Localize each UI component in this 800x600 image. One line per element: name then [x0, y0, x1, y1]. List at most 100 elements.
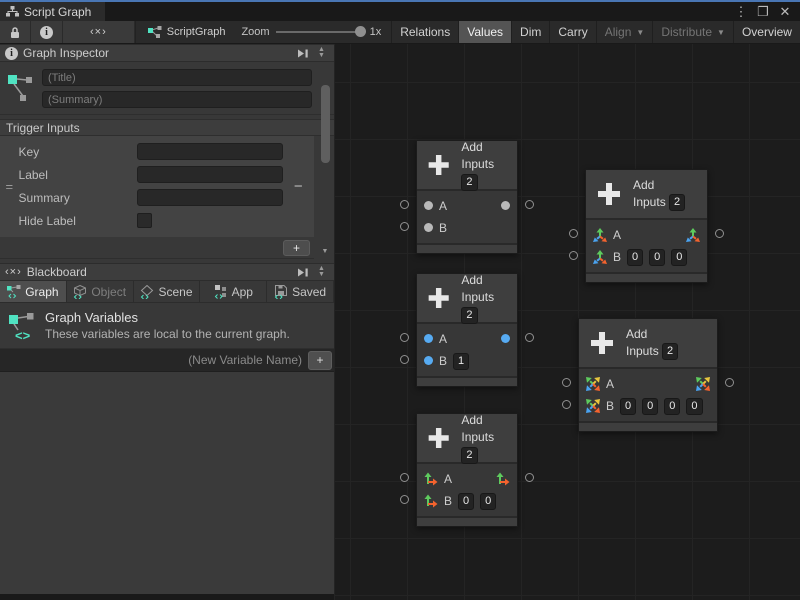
vector2-port-icon[interactable]	[424, 494, 438, 508]
output-port[interactable]	[501, 199, 510, 213]
vector2-port-icon[interactable]	[424, 472, 438, 486]
input-count-box[interactable]: 2	[461, 447, 477, 464]
graph-node-add-inputs[interactable]: Add Inputs 2 A B0000	[578, 318, 718, 432]
graph-breadcrumb[interactable]: ScriptGraph	[148, 21, 226, 43]
input-port[interactable]	[424, 472, 438, 486]
object-port-icon[interactable]	[424, 223, 433, 232]
input-port[interactable]	[424, 354, 433, 368]
port-value-box[interactable]: 0	[642, 398, 658, 415]
external-input-port-circle[interactable]	[400, 222, 409, 231]
external-input-port-circle[interactable]	[400, 495, 409, 504]
toolbar-button-dim[interactable]: Dim	[511, 21, 549, 43]
blackboard-dock-icon[interactable]	[297, 268, 309, 277]
graph-canvas[interactable]: Add Inputs 2 A B Add Inputs 2 A	[335, 44, 800, 600]
variables-list-empty[interactable]	[0, 372, 334, 594]
node-header[interactable]: Add Inputs 2	[417, 414, 517, 462]
toolbar-button-align[interactable]: Align▼	[596, 21, 653, 43]
lock-button[interactable]	[0, 21, 31, 43]
input-port[interactable]	[424, 221, 433, 235]
vector4-port-icon[interactable]	[586, 377, 600, 391]
output-port[interactable]	[696, 377, 710, 391]
graph-node-add-inputs[interactable]: Add Inputs 2 A B000	[585, 169, 708, 283]
graph-node-add-inputs[interactable]: Add Inputs 2 A B00	[416, 413, 518, 527]
external-input-port-circle[interactable]	[400, 200, 409, 209]
add-variable-button[interactable]: +	[308, 351, 332, 370]
hide-label-checkbox[interactable]	[137, 213, 152, 228]
tab-object[interactable]: Object	[67, 281, 134, 302]
graph-inspector-header[interactable]: i Graph Inspector ▲▼	[0, 44, 334, 62]
zoom-slider-handle[interactable]	[355, 26, 366, 37]
vector3-port-icon[interactable]	[686, 228, 700, 242]
tab-scene[interactable]: Scene	[134, 281, 201, 302]
external-input-port-circle[interactable]	[569, 251, 578, 260]
maximize-icon[interactable]: ❐	[754, 4, 772, 20]
input-port[interactable]	[424, 494, 438, 508]
key-field[interactable]	[137, 143, 283, 160]
external-output-port-circle[interactable]	[525, 473, 534, 482]
label-field[interactable]	[137, 166, 283, 183]
node-header[interactable]: Add Inputs 2	[586, 170, 707, 218]
summary-field[interactable]	[137, 189, 283, 206]
toolbar-button-overview[interactable]: Overview	[733, 21, 800, 43]
external-output-port-circle[interactable]	[525, 200, 534, 209]
port-value-box[interactable]: 0	[480, 493, 496, 510]
integer-port-icon[interactable]	[424, 356, 433, 365]
external-input-port-circle[interactable]	[400, 355, 409, 364]
node-header[interactable]: Add Inputs 2	[579, 319, 717, 367]
input-count-box[interactable]: 2	[461, 307, 477, 324]
inspector-scrollbar[interactable]: ▼	[318, 82, 332, 255]
input-count-box[interactable]: 2	[669, 194, 685, 211]
toolbar-button-distribute[interactable]: Distribute▼	[652, 21, 733, 43]
input-count-box[interactable]: 2	[662, 343, 678, 360]
code-view-button[interactable]: ‹×›	[63, 21, 135, 43]
vector4-port-icon[interactable]	[586, 399, 600, 413]
toolbar-button-carry[interactable]: Carry	[549, 21, 595, 43]
external-input-port-circle[interactable]	[562, 400, 571, 409]
tab-graph[interactable]: Graph	[0, 281, 67, 302]
port-value-box[interactable]: 0	[686, 398, 702, 415]
output-port[interactable]	[501, 332, 510, 346]
drag-handle-icon[interactable]: =	[0, 143, 19, 229]
external-input-port-circle[interactable]	[562, 378, 571, 387]
port-value-box[interactable]: 0	[671, 249, 687, 266]
node-header[interactable]: Add Inputs 2	[417, 141, 517, 189]
external-output-port-circle[interactable]	[525, 333, 534, 342]
port-value-box[interactable]: 0	[620, 398, 636, 415]
node-header[interactable]: Add Inputs 2	[417, 274, 517, 322]
input-port[interactable]	[593, 228, 607, 242]
graph-node-add-inputs[interactable]: Add Inputs 2 A B1	[416, 273, 518, 387]
toolbar-button-relations[interactable]: Relations	[391, 21, 458, 43]
graph-title-input[interactable]	[42, 69, 312, 86]
input-port[interactable]	[424, 199, 433, 213]
port-value-box[interactable]: 0	[458, 493, 474, 510]
input-count-box[interactable]: 2	[461, 174, 477, 191]
info-button[interactable]: i	[31, 21, 63, 43]
object-port-icon[interactable]	[424, 201, 433, 210]
blackboard-scroll-arrows[interactable]: ▲▼	[314, 266, 329, 278]
graph-node-add-inputs[interactable]: Add Inputs 2 A B	[416, 140, 518, 254]
vector3-port-icon[interactable]	[593, 250, 607, 264]
vector4-port-icon[interactable]	[696, 377, 710, 391]
dock-icon[interactable]	[297, 49, 309, 58]
input-port[interactable]	[586, 399, 600, 413]
graph-summary-input[interactable]	[42, 91, 312, 108]
external-output-port-circle[interactable]	[715, 229, 724, 238]
close-icon[interactable]: ✕	[776, 4, 794, 20]
port-value-box[interactable]: 0	[627, 249, 643, 266]
input-port[interactable]	[586, 377, 600, 391]
tab-saved[interactable]: Saved	[267, 281, 334, 302]
integer-port-icon[interactable]	[501, 334, 510, 343]
add-item-button[interactable]: +	[283, 240, 310, 256]
window-menu-icon[interactable]: ⋮	[732, 4, 750, 20]
tab-script-graph[interactable]: Script Graph	[0, 2, 105, 21]
external-input-port-circle[interactable]	[400, 473, 409, 482]
input-port[interactable]	[593, 250, 607, 264]
zoom-slider[interactable]	[276, 31, 364, 33]
remove-item-button[interactable]: −	[294, 178, 303, 195]
toolbar-button-values[interactable]: Values	[458, 21, 511, 43]
output-port[interactable]	[496, 472, 510, 486]
vector3-port-icon[interactable]	[593, 228, 607, 242]
output-port[interactable]	[686, 228, 700, 242]
port-value-box[interactable]: 1	[453, 353, 469, 370]
blackboard-header[interactable]: ‹×› Blackboard ▲▼	[0, 263, 334, 281]
